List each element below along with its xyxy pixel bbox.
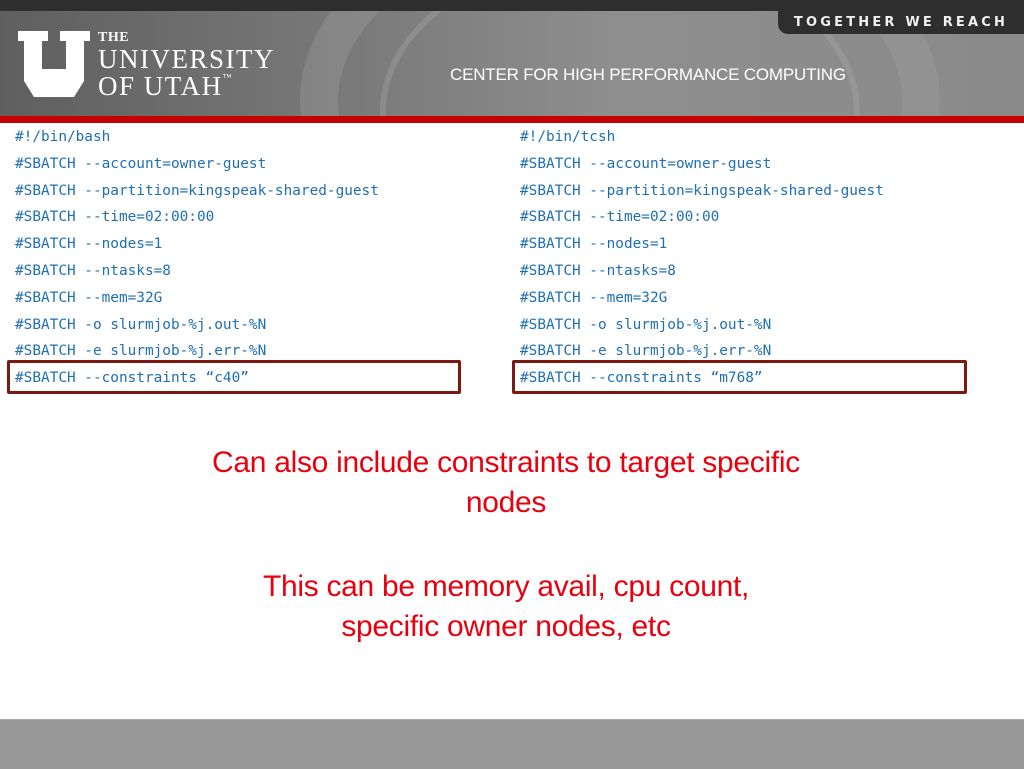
constraints-note: Can also include constraints to target s…: [0, 443, 1012, 523]
trademark-symbol: ™: [222, 72, 233, 82]
code-line: #SBATCH -o slurmjob-%j.out-%N: [520, 316, 772, 333]
logo-of-utah: OF UTAH™: [98, 73, 275, 100]
note-line: specific owner nodes, etc: [341, 610, 671, 643]
logo-the: THE: [98, 30, 130, 45]
constraint-highlight-box-left: [7, 360, 461, 394]
tagline-tab: TOGETHER WE REACH: [778, 11, 1024, 34]
slide-footer: [0, 719, 1024, 769]
code-line: #SBATCH --account=owner-guest: [15, 155, 267, 172]
code-line: #SBATCH -o slurmjob-%j.out-%N: [15, 316, 267, 333]
note-line: This can be memory avail, cpu count,: [262, 570, 750, 603]
code-line: #!/bin/bash: [15, 129, 111, 145]
logo-wordmark: THE UNIVERSITY OF UTAH™: [98, 31, 275, 100]
code-line: #SBATCH --time=02:00:00: [15, 209, 215, 226]
code-line: #!/bin/tcsh: [520, 129, 616, 145]
top-bar: [0, 0, 1024, 11]
code-line: #SBATCH --partition=kingspeak-shared-gue…: [15, 182, 379, 199]
university-logo: THE UNIVERSITY OF UTAH™: [18, 31, 275, 100]
code-line: #SBATCH --mem=32G: [15, 289, 163, 306]
code-line: #SBATCH --account=owner-guest: [520, 155, 772, 172]
constraints-examples-note: This can be memory avail, cpu count, spe…: [0, 567, 1012, 647]
bash-script-block: #!/bin/bash #SBATCH --account=owner-gues…: [15, 124, 379, 392]
code-line: #SBATCH --mem=32G: [520, 289, 668, 306]
note-line: Can also include constraints to target s…: [212, 446, 800, 479]
constraint-highlight-box-right: [512, 360, 967, 394]
block-u-icon: [18, 31, 90, 97]
logo-university: UNIVERSITY: [98, 44, 275, 74]
tcsh-script-block: #!/bin/tcsh #SBATCH --account=owner-gues…: [520, 124, 884, 392]
center-name: CENTER FOR HIGH PERFORMANCE COMPUTING: [450, 65, 846, 84]
code-line: #SBATCH --time=02:00:00: [520, 209, 720, 226]
logo-of-utah-text: OF UTAH: [98, 71, 223, 101]
code-line: #SBATCH --ntasks=8: [15, 262, 171, 279]
code-line: #SBATCH --nodes=1: [15, 236, 163, 253]
code-line: #SBATCH --partition=kingspeak-shared-gue…: [520, 182, 884, 199]
red-accent-bar: [0, 116, 1024, 123]
code-line: #SBATCH --nodes=1: [520, 236, 668, 253]
note-line: nodes: [465, 486, 547, 519]
code-line: #SBATCH --ntasks=8: [520, 262, 676, 279]
